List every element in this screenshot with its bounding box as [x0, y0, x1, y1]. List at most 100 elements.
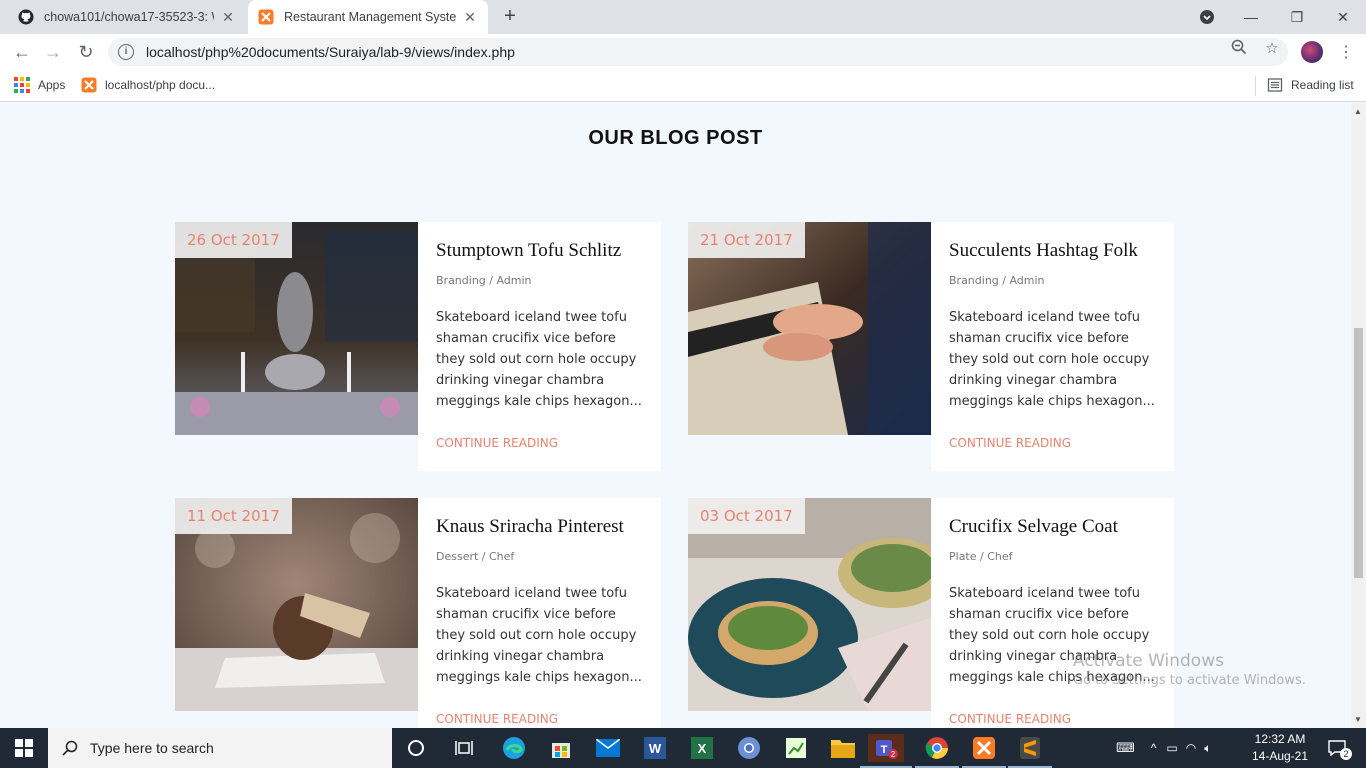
post-title[interactable]: Knaus Sriracha Pinterest [436, 516, 643, 538]
cortana-icon[interactable] [402, 734, 430, 762]
task-view-icon[interactable] [450, 734, 478, 762]
post-title[interactable]: Crucifix Selvage Coat [949, 516, 1156, 538]
sublime-icon[interactable] [1008, 734, 1052, 768]
post-excerpt: Skateboard iceland twee tofu shaman cruc… [436, 310, 642, 409]
chrome-icon[interactable] [915, 734, 959, 768]
post-meta: Plate / Chef [949, 550, 1013, 563]
blog-card-body: Succulents Hashtag Folk Branding / Admin… [931, 222, 1174, 471]
post-meta: Branding / Admin [436, 274, 532, 287]
divider [1255, 76, 1256, 96]
excel-icon[interactable]: X [688, 734, 716, 762]
minimize-button[interactable]: — [1228, 0, 1274, 34]
bookmark-localhost[interactable]: localhost/php docu... [81, 77, 215, 93]
window-close-button[interactable]: ✕ [1320, 0, 1366, 34]
web-page: OUR BLOG POST 26 Oct 2017 Stumptown Tofu… [0, 103, 1351, 728]
restore-button[interactable]: ❐ [1274, 0, 1320, 34]
activate-windows-watermark: Activate Windows Go to Settings to activ… [1073, 651, 1306, 688]
store-icon[interactable] [547, 734, 575, 762]
reload-button[interactable]: ↻ [75, 41, 97, 63]
github-icon [18, 9, 34, 25]
bookmark-star-icon[interactable]: ☆ [1263, 39, 1281, 57]
section-title: OUR BLOG POST [588, 127, 763, 149]
info-icon[interactable]: i [118, 44, 134, 60]
wifi-icon[interactable]: ◠ [1186, 741, 1196, 755]
windows-taskbar: Type here to search W X T2 ⌨ ^ ▭ ◠ 🔈︎ 12… [0, 728, 1366, 768]
post-excerpt: Skateboard iceland twee tofu shaman cruc… [949, 310, 1155, 409]
windows-logo-icon [15, 739, 33, 757]
page-scrollbar[interactable]: ▲ ▼ [1351, 103, 1366, 728]
post-date: 21 Oct 2017 [688, 222, 805, 258]
chevron-up-icon[interactable]: ^ [1151, 741, 1157, 755]
svg-text:T: T [881, 744, 888, 756]
back-button[interactable]: ← [11, 41, 33, 63]
avatar[interactable] [1301, 41, 1323, 63]
start-button[interactable] [0, 728, 48, 768]
post-meta: Branding / Admin [949, 274, 1045, 287]
edge-icon[interactable] [500, 734, 528, 762]
blog-card: 11 Oct 2017 Knaus Sriracha Pinterest Des… [175, 498, 661, 728]
bookmark-apps[interactable]: Apps [14, 77, 65, 93]
zoom-icon[interactable] [1230, 39, 1248, 57]
post-title[interactable]: Stumptown Tofu Schlitz [436, 240, 643, 262]
menu-icon[interactable]: ⋮ [1338, 42, 1354, 62]
bookmark-label: Apps [38, 78, 66, 92]
address-bar[interactable]: i localhost/php%20documents/Suraiya/lab-… [108, 38, 1288, 66]
scroll-down-icon[interactable]: ▼ [1354, 715, 1362, 724]
new-tab-button[interactable]: + [500, 6, 520, 26]
tab-github[interactable]: chowa101/chowa17-35523-3: We ✕ [8, 0, 246, 34]
mail-icon[interactable] [594, 734, 622, 762]
teams-icon[interactable]: T2 [860, 734, 912, 768]
battery-icon[interactable]: ▭ [1166, 741, 1177, 755]
taskbar-search-input[interactable]: Type here to search [48, 728, 392, 768]
browser-tab-bar: chowa101/chowa17-35523-3: We ✕ Restauran… [0, 0, 1366, 34]
tab-title: chowa101/chowa17-35523-3: We [44, 10, 214, 24]
keyboard-icon[interactable]: ⌨ [1116, 740, 1135, 756]
reading-list-button[interactable]: Reading list [1267, 77, 1354, 93]
blog-image-piano[interactable]: 21 Oct 2017 [688, 222, 931, 435]
url-text: localhost/php%20documents/Suraiya/lab-9/… [146, 44, 515, 60]
close-icon[interactable]: ✕ [462, 9, 478, 26]
chrome-alt-icon[interactable] [735, 734, 763, 762]
search-placeholder: Type here to search [90, 740, 214, 756]
post-date: 26 Oct 2017 [175, 222, 292, 258]
reading-list-icon [1267, 78, 1283, 92]
tab-title: Restaurant Management System [284, 10, 456, 24]
xampp-icon [81, 77, 97, 93]
continue-reading-link[interactable]: CONTINUE READING [436, 712, 558, 726]
watermark-title: Activate Windows [1073, 651, 1224, 671]
forward-button[interactable]: → [42, 41, 64, 63]
blog-card: 21 Oct 2017 Succulents Hashtag Folk Bran… [688, 222, 1174, 471]
blog-card: 26 Oct 2017 Stumptown Tofu Schlitz Brand… [175, 222, 661, 471]
system-tray: ⌨ ^ ▭ ◠ 🔈︎ [1116, 728, 1211, 768]
chart-app-icon[interactable] [782, 734, 810, 762]
notifications-button[interactable]: 2 [1322, 728, 1352, 768]
post-date: 03 Oct 2017 [688, 498, 805, 534]
blog-image-dining-room[interactable]: 26 Oct 2017 [175, 222, 418, 435]
continue-reading-link[interactable]: CONTINUE READING [949, 712, 1071, 726]
file-explorer-icon[interactable] [829, 734, 857, 762]
blog-image-food-plate[interactable]: 03 Oct 2017 [688, 498, 931, 711]
xampp-taskbar-icon[interactable] [962, 734, 1006, 768]
blog-image-pinecone[interactable]: 11 Oct 2017 [175, 498, 418, 711]
bookmarks-bar: Apps localhost/php docu... Reading list [0, 70, 1366, 102]
continue-reading-link[interactable]: CONTINUE READING [436, 436, 558, 450]
continue-reading-link[interactable]: CONTINUE READING [949, 436, 1071, 450]
teams-badge: 2 [891, 750, 896, 759]
scrollbar-thumb[interactable] [1354, 328, 1363, 578]
svg-text:X: X [698, 741, 707, 756]
word-icon[interactable]: W [641, 734, 669, 762]
post-meta: Dessert / Chef [436, 550, 515, 563]
watermark-subtitle: Go to Settings to activate Windows. [1073, 673, 1306, 688]
browser-toolbar: ← → ↻ i localhost/php%20documents/Suraiy… [0, 34, 1366, 70]
bookmark-label: localhost/php docu... [105, 78, 216, 92]
close-icon[interactable]: ✕ [220, 9, 236, 26]
clock[interactable]: 12:32 AM 14-Aug-21 [1250, 731, 1310, 765]
scroll-up-icon[interactable]: ▲ [1354, 107, 1362, 116]
tab-restaurant[interactable]: Restaurant Management System ✕ [248, 0, 488, 34]
xampp-icon [258, 9, 274, 25]
post-date: 11 Oct 2017 [175, 498, 292, 534]
chevron-down-icon [1200, 10, 1214, 24]
tab-search-button[interactable] [1184, 0, 1230, 34]
volume-icon[interactable]: 🔈︎ [1204, 741, 1211, 756]
post-title[interactable]: Succulents Hashtag Folk [949, 240, 1156, 262]
